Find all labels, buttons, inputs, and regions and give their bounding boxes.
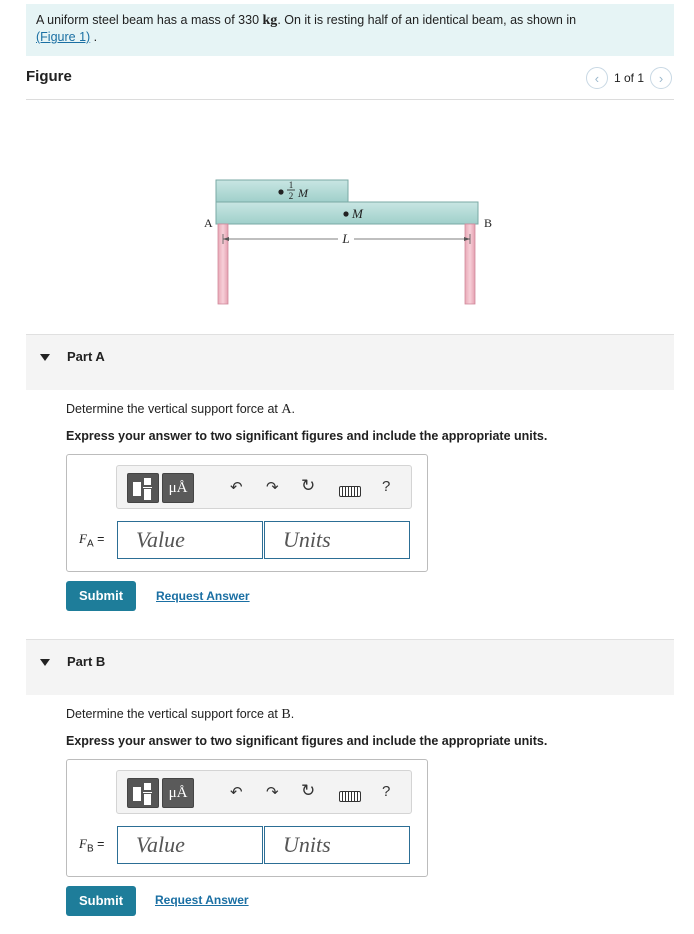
chevron-right-icon[interactable]: ›: [650, 67, 672, 89]
half-fraction-num: 1: [289, 180, 294, 190]
reset-icon[interactable]: ↻: [301, 477, 315, 494]
units-button[interactable]: μÅ: [162, 473, 194, 503]
fraction-template-icon[interactable]: [127, 778, 159, 808]
collapse-triangle-icon[interactable]: [40, 659, 50, 666]
math-toolbar: μÅ ↶ ↷ ↻ ?: [116, 770, 412, 814]
pager-text: 1 of 1: [613, 71, 644, 85]
part-b-label: Part B: [67, 654, 106, 669]
variable-label: FB =: [79, 836, 104, 855]
submit-button[interactable]: Submit: [66, 886, 136, 916]
keyboard-icon[interactable]: [339, 486, 361, 497]
chevron-left-icon[interactable]: ‹: [585, 67, 608, 89]
figure-link[interactable]: (Figure 1): [36, 30, 90, 44]
part-a-question: Determine the vertical support force at …: [66, 402, 295, 418]
reset-icon[interactable]: ↻: [301, 782, 315, 799]
point-b-label: B: [484, 216, 492, 230]
problem-text: A uniform steel beam has a mass of 330: [36, 13, 263, 27]
mass-unit: kg: [262, 13, 278, 28]
instruction-text: Express your answer to two significant f…: [66, 734, 548, 748]
mass-label: M: [351, 206, 364, 221]
part-b-instruction: Express your answer to two significant f…: [66, 734, 547, 748]
math-toolbar: μÅ ↶ ↷ ↻ ?: [116, 465, 412, 509]
question-point: B: [281, 707, 291, 722]
variable-label: FA =: [79, 531, 104, 550]
variable-name: F: [79, 836, 87, 851]
request-answer-link[interactable]: Request Answer: [156, 589, 250, 603]
part-a-answer-box: μÅ ↶ ↷ ↻ ? FA = Value Units: [66, 454, 428, 572]
part-a-label: Part A: [67, 349, 105, 364]
redo-icon[interactable]: ↷: [266, 785, 279, 801]
variable-subscript: B: [86, 843, 94, 855]
units-input[interactable]: Units: [264, 521, 410, 559]
help-icon[interactable]: ?: [382, 478, 390, 495]
undo-icon[interactable]: ↶: [230, 785, 243, 801]
redo-icon[interactable]: ↷: [266, 480, 279, 496]
problem-text-end: .: [90, 30, 98, 44]
part-a-header[interactable]: Part A: [26, 334, 674, 390]
submit-button[interactable]: Submit: [66, 581, 136, 611]
length-label: L: [341, 231, 349, 246]
beam-figure: L A B 1 2 M M: [204, 179, 492, 305]
problem-statement: A uniform steel beam has a mass of 330 k…: [26, 4, 674, 56]
question-end: .: [290, 707, 295, 721]
collapse-triangle-icon[interactable]: [40, 354, 50, 361]
part-b-answer-box: μÅ ↶ ↷ ↻ ? FB = Value Units: [66, 759, 428, 877]
question-point: A: [281, 402, 292, 417]
fraction-template-icon[interactable]: [127, 473, 159, 503]
request-answer-link[interactable]: Request Answer: [155, 893, 249, 907]
question-text: Determine the vertical support force at: [66, 402, 282, 416]
instruction-text: Express your answer to two significant f…: [66, 429, 548, 443]
mass-dot: [343, 211, 349, 217]
value-input[interactable]: Value: [117, 521, 263, 559]
part-a-instruction: Express your answer to two significant f…: [66, 429, 547, 443]
problem-text-continued: . On it is resting half of an identical …: [277, 13, 577, 27]
units-input[interactable]: Units: [264, 826, 410, 864]
variable-subscript: A: [86, 538, 94, 550]
figure-header: Figure ‹ 1 of 1 ›: [26, 62, 674, 100]
help-icon[interactable]: ?: [382, 783, 390, 800]
half-mass-label: M: [297, 186, 309, 200]
question-text: Determine the vertical support force at: [66, 707, 282, 721]
value-input[interactable]: Value: [117, 826, 263, 864]
variable-name: F: [79, 531, 87, 546]
keyboard-icon[interactable]: [339, 791, 361, 802]
figure-pager: ‹ 1 of 1 ›: [585, 67, 672, 89]
half-mass-dot: [278, 189, 284, 195]
equals-sign: =: [97, 532, 105, 546]
question-end: .: [291, 402, 295, 416]
units-button[interactable]: μÅ: [162, 778, 194, 808]
equals-sign: =: [97, 837, 105, 851]
figure-title: Figure: [26, 68, 72, 85]
part-b-question: Determine the vertical support force at …: [66, 707, 294, 723]
part-b-header[interactable]: Part B: [26, 639, 674, 695]
half-fraction-den: 2: [289, 191, 294, 201]
undo-icon[interactable]: ↶: [230, 480, 243, 496]
point-a-label: A: [204, 216, 213, 230]
